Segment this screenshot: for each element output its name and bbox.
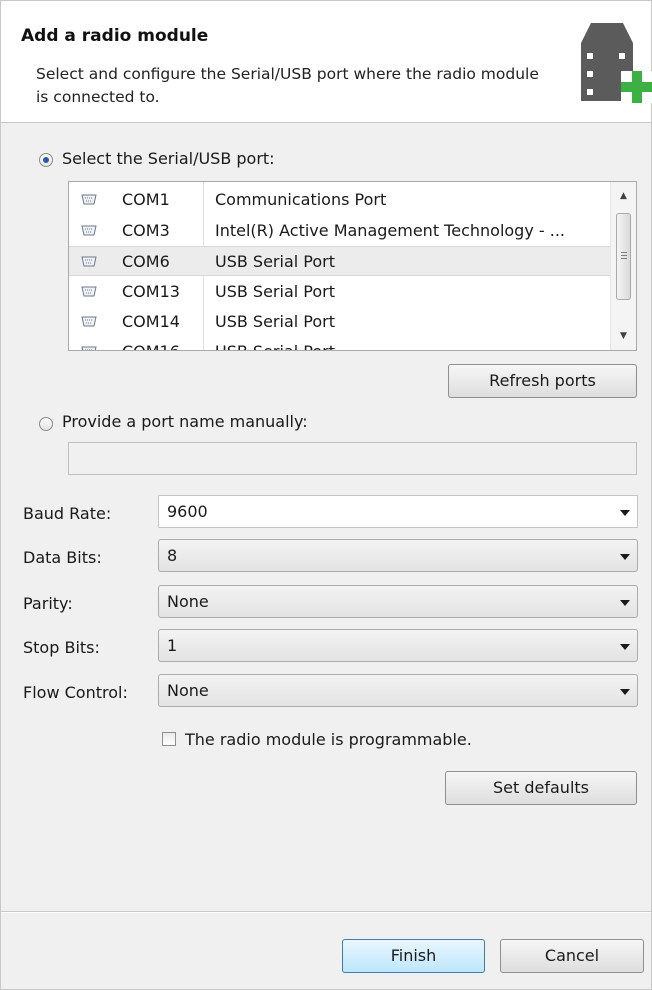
programmable-checkbox-label[interactable]: The radio module is programmable. [185,730,472,749]
port-name: COM6 [122,252,170,271]
parity-combo[interactable]: None [158,585,638,618]
port-description: USB Serial Port [215,342,605,350]
add-radio-module-icon [581,23,652,103]
stop-bits-combo[interactable]: 1 [158,629,638,662]
scroll-thumb[interactable] [616,213,631,300]
data-bits-combo[interactable]: 8 [158,539,638,572]
programmable-checkbox[interactable] [162,732,176,746]
port-row[interactable]: COM16 USB Serial Port [69,337,611,350]
port-name: COM13 [122,282,180,301]
flow-control-combo[interactable]: None [158,674,638,707]
scroll-down-arrow-icon[interactable]: ▼ [611,328,636,344]
finish-button[interactable]: Finish [342,939,485,973]
chevron-down-icon[interactable] [620,644,630,650]
port-row-selected[interactable]: COM6 USB Serial Port [69,246,611,276]
cancel-button[interactable]: Cancel [500,939,644,973]
footer-separator-highlight [1,912,651,913]
port-description: USB Serial Port [215,312,336,331]
port-name: COM16 [122,342,180,350]
port-row[interactable]: COM14 USB Serial Port [69,307,611,337]
manual-port-input[interactable] [68,442,637,475]
serial-port-icon [81,225,97,236]
dialog-header: Add a radio module Select and configure … [1,1,652,123]
port-list-scrollbar[interactable]: ▲ ▼ [610,182,636,350]
parity-value: None [167,592,209,611]
serial-port-radio-label[interactable]: Select the Serial/USB port: [62,149,275,168]
baud-rate-value: 9600 [167,502,208,521]
serial-port-icon [81,194,97,205]
scroll-up-arrow-icon[interactable]: ▲ [611,188,636,204]
flow-control-label: Flow Control: [23,683,128,702]
port-name: COM3 [122,221,170,240]
port-description: USB Serial Port [215,282,336,301]
port-row[interactable]: COM3 Intel(R) Active Management Technolo… [69,216,611,246]
dialog-title: Add a radio module [21,26,209,46]
stop-bits-value: 1 [167,636,178,655]
baud-rate-label: Baud Rate: [23,504,112,523]
scroll-grip-line [621,252,627,253]
chevron-down-icon[interactable] [620,554,630,560]
serial-port-icon [81,286,97,297]
port-name: COM1 [122,190,170,209]
serial-port-icon [81,346,97,350]
chevron-down-icon[interactable] [620,689,630,695]
chevron-down-icon[interactable] [620,510,630,516]
port-row[interactable]: COM1 Communications Port [69,185,611,215]
baud-rate-combo[interactable]: 9600 [158,495,638,528]
port-name: COM14 [122,312,180,331]
add-radio-module-dialog: Add a radio module Select and configure … [0,0,652,990]
chevron-down-icon[interactable] [620,600,630,606]
serial-port-icon [81,256,97,267]
data-bits-label: Data Bits: [23,548,102,567]
port-list[interactable]: COM1 Communications Port COM3 Intel(R) A… [68,181,637,351]
data-bits-value: 8 [167,546,178,565]
stop-bits-label: Stop Bits: [23,638,100,657]
port-description: Intel(R) Active Management Technology - … [215,221,565,240]
manual-port-radio-label[interactable]: Provide a port name manually: [62,412,308,431]
set-defaults-button[interactable]: Set defaults [445,771,637,805]
port-description: Communications Port [215,190,387,209]
scroll-grip-line [621,255,627,256]
parity-label: Parity: [23,594,73,613]
serial-port-radio[interactable] [39,153,53,167]
port-row[interactable]: COM13 USB Serial Port [69,277,611,307]
scroll-grip-line [621,258,627,259]
port-description: USB Serial Port [215,252,336,271]
dialog-description: Select and configure the Serial/USB port… [36,65,539,106]
refresh-ports-button[interactable]: Refresh ports [448,364,637,398]
serial-port-icon [81,316,97,327]
manual-port-radio[interactable] [39,417,53,431]
flow-control-value: None [167,681,209,700]
